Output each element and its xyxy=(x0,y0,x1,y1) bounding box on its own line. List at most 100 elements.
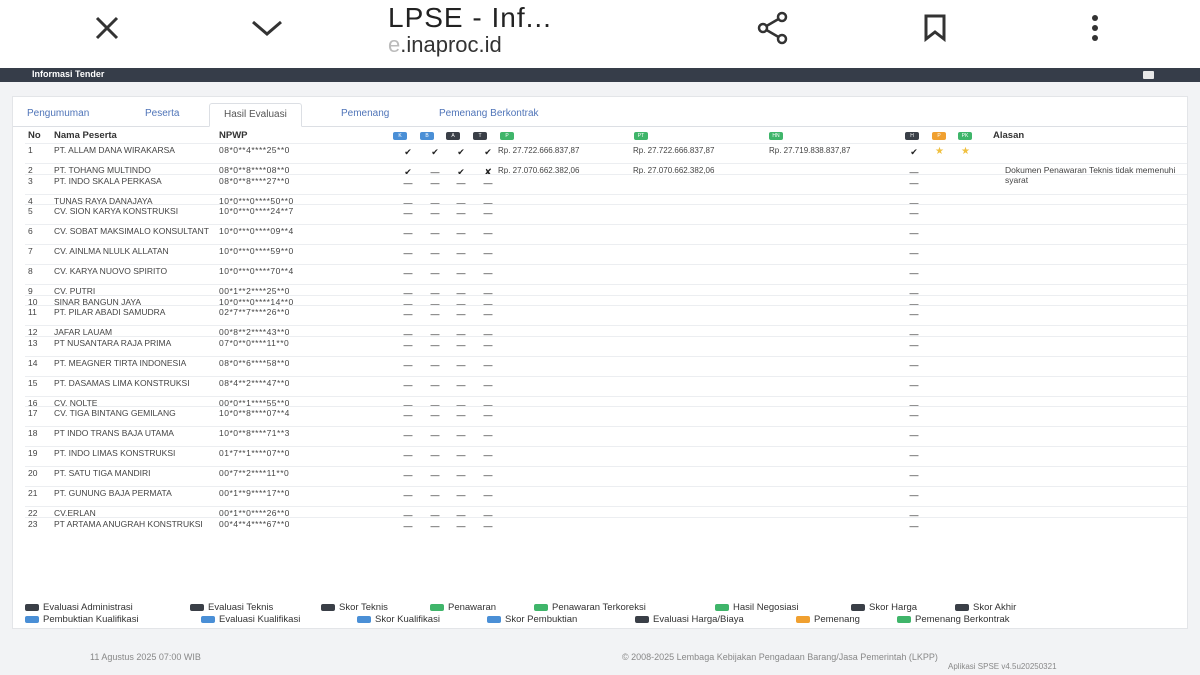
share-icon[interactable] xyxy=(748,8,798,48)
url-display[interactable]: e.inaproc.id xyxy=(388,32,502,58)
table-row: 12 Jafar Lauam 00*8**2****43**0— — — — — xyxy=(25,325,1187,339)
evaluation-status-mark: — xyxy=(483,228,493,238)
evaluation-status-mark: — xyxy=(483,359,493,370)
evaluation-status-mark: — xyxy=(403,410,413,420)
price-evaluation-mark: — xyxy=(909,228,919,238)
badge-b: B xyxy=(420,132,434,140)
price-evaluation-mark: — xyxy=(909,410,919,420)
table-row: 16 CV. NOLTE 00*0**1****55**0— — — — — xyxy=(25,395,1187,410)
table-row: 8 CV. KARYA NUOVO SPIRITO 10*0***0****70**… xyxy=(25,264,1187,284)
participant-npwp: 10*0***0****59**0 xyxy=(219,246,294,256)
evaluation-status-mark: — xyxy=(456,430,466,440)
tab-hasil-evaluasi[interactable]: Hasil Evaluasi xyxy=(209,103,302,127)
participant-npwp: 08*0**4****25**0 xyxy=(219,145,290,155)
legend-item: Skor Teknis xyxy=(321,602,388,613)
evaluation-status-mark: — xyxy=(403,470,413,480)
page-title: LPSE - Inf... xyxy=(388,2,552,33)
row-number: 7 xyxy=(28,246,33,256)
legend-label: Evaluasi Kualifikasi xyxy=(219,614,301,625)
legend-label: Skor Kualifikasi xyxy=(375,614,440,625)
participant-npwp: 02*7**7****26**0 xyxy=(219,307,290,317)
evaluation-status-mark: — xyxy=(483,339,493,350)
legend-swatch-icon xyxy=(897,616,911,623)
row-number: 23 xyxy=(28,518,38,529)
table-row: 19 PT. INDO LIMAS KONSTRUKSI 01*7**1****07… xyxy=(25,446,1187,466)
price-evaluation-mark: — xyxy=(909,309,919,319)
legend-swatch-icon xyxy=(430,604,444,611)
legend-item: Evaluasi Teknis xyxy=(190,602,273,613)
evaluation-status-mark: — xyxy=(483,379,493,390)
legend-item: Pemenang Berkontrak xyxy=(897,614,1010,625)
chevron-down-icon[interactable] xyxy=(242,8,292,48)
participant-npwp: 10*0***0****09**4 xyxy=(219,226,294,236)
evaluation-status-mark: ✔ xyxy=(484,147,492,157)
badge-hn: HN xyxy=(769,132,783,140)
legend-item: Penawaran Terkoreksi xyxy=(534,602,646,613)
table-row: 13 PT Nusantara Raja Prima 07*0**0****11**… xyxy=(25,335,1187,356)
bookmark-icon[interactable] xyxy=(910,8,960,48)
close-icon[interactable] xyxy=(82,8,132,48)
evaluation-status-mark: — xyxy=(483,410,493,420)
participant-npwp: 08*0**8****27**0 xyxy=(219,175,290,186)
table-row: 15 PT. DASAMAS LIMA KONSTRUKSI 08*4**2****… xyxy=(25,375,1187,396)
legend-label: Penawaran Terkoreksi xyxy=(552,602,646,613)
evaluation-status-mark: — xyxy=(403,520,413,531)
evaluation-status-mark: — xyxy=(456,470,466,480)
price-value: Rp. 27.719.838.837,87 xyxy=(769,146,851,155)
legend-swatch-icon xyxy=(201,616,215,623)
legend-swatch-icon xyxy=(534,604,548,611)
participant-name: PT Nusantara Raja Prima xyxy=(54,337,172,348)
legend-label: Penawaran xyxy=(448,602,497,613)
evaluation-status-mark: — xyxy=(456,177,466,188)
evaluation-status-mark: — xyxy=(430,520,440,531)
participant-name: PT Artama Anugrah Konstruksi xyxy=(54,518,203,529)
table-row: 6 CV. SOBAT MAKSIMALO KONSULTANT 10*0***0*… xyxy=(25,224,1187,244)
table-row: 18 PT INDO TRANS BAJA UTAMA 10*0**8****71*… xyxy=(25,426,1187,446)
legend-item: Skor Kualifikasi xyxy=(357,614,440,625)
table-row: 21 PT. GUNUNG BAJA PERMATA 00*1**9****17**… xyxy=(25,486,1187,506)
participant-npwp: 07*0**0****11**0 xyxy=(219,337,290,348)
evaluation-status-mark: — xyxy=(430,177,440,188)
price-evaluation-mark: — xyxy=(909,248,919,258)
table-row: 2 PT. TOHANG MULTINDO 08*0**8****08**0 ✔ — ✔ ✘… xyxy=(25,163,1187,184)
table-row: 9 CV. PUTRI 00*1**2****25**0— — — — — xyxy=(25,284,1187,298)
table-row: 22 cv.erlan 00*1**0****26**0— — — — — xyxy=(25,506,1187,520)
participant-npwp: 10*0**8****07**4 xyxy=(219,408,290,418)
participant-npwp: 10*0***0****24**7 xyxy=(219,206,294,216)
col-header-name: Nama Peserta xyxy=(54,130,117,141)
legend-item: Skor Pembuktian xyxy=(487,614,577,625)
evaluation-status-mark: — xyxy=(403,490,413,500)
evaluation-status-mark: — xyxy=(483,430,493,440)
evaluation-status-mark: — xyxy=(430,430,440,440)
tab-pemenang-berkontrak[interactable]: Pemenang Berkontrak xyxy=(439,108,539,119)
evaluation-status-mark: — xyxy=(403,248,413,258)
legend-item: Evaluasi Administrasi xyxy=(25,602,133,613)
tab-pemenang[interactable]: Pemenang xyxy=(341,108,389,119)
site-header-bar: Informasi Tender xyxy=(0,68,1200,82)
legend-item: Penawaran xyxy=(430,602,496,613)
mail-icon[interactable] xyxy=(1143,71,1154,79)
tab-peserta[interactable]: Peserta xyxy=(145,108,179,119)
legend-swatch-icon xyxy=(321,604,335,611)
tab-pengumuman[interactable]: Pengumuman xyxy=(27,108,89,119)
table-row: 5 CV. SION KARYA KONSTRUKSI 10*0***0****24… xyxy=(25,204,1187,224)
price-evaluation-mark: — xyxy=(909,359,919,370)
legend-swatch-icon xyxy=(851,604,865,611)
participant-name: PT INDO TRANS BAJA UTAMA xyxy=(54,428,174,438)
evaluation-status-mark: — xyxy=(483,248,493,258)
badge-pt: PT xyxy=(634,132,648,140)
evaluation-status-mark: ✔ xyxy=(457,147,465,157)
evaluation-status-mark: — xyxy=(430,339,440,350)
kebab-menu-icon[interactable] xyxy=(1070,8,1120,48)
legend-label: Skor Harga xyxy=(869,602,918,613)
evaluation-status-mark: — xyxy=(403,268,413,278)
participant-name: CV. SION KARYA KONSTRUKSI xyxy=(54,206,179,216)
participant-npwp: 00*1**9****17**0 xyxy=(219,488,290,498)
col-header-reason: Alasan xyxy=(993,130,1025,141)
row-number: 1 xyxy=(28,145,33,155)
col-header-npwp: NPWP xyxy=(219,130,248,141)
row-number: 13 xyxy=(28,337,38,348)
evaluation-status-mark: — xyxy=(483,309,493,319)
evaluation-status-mark: — xyxy=(456,208,466,218)
table-row: 23 PT Artama Anugrah Konstruksi 00*4**4***… xyxy=(25,516,1187,537)
